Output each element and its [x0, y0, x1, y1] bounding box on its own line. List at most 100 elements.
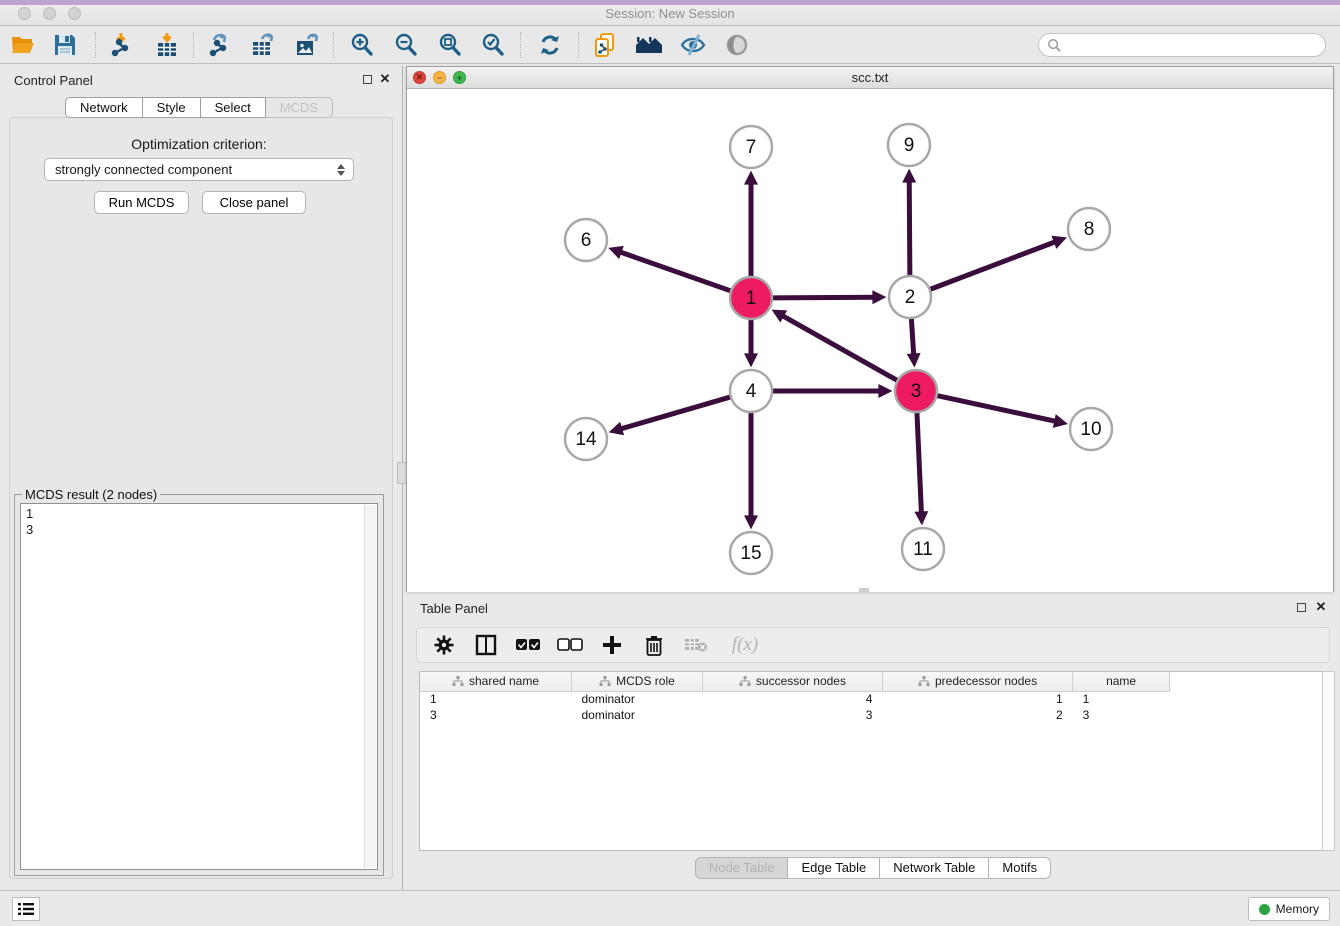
open-session-button[interactable] [8, 31, 38, 59]
save-session-button[interactable] [50, 31, 80, 59]
tab-network-table[interactable]: Network Table [880, 857, 989, 879]
control-panel-close-button[interactable]: ✕ [378, 72, 392, 86]
column-header-predecessor-nodes[interactable]: predecessor nodes [882, 672, 1072, 691]
app-title-bar: Session: New Session [0, 0, 1340, 26]
graph-node-label-2: 2 [905, 287, 916, 308]
graph-node-label-6: 6 [581, 230, 592, 251]
zoom-out-button[interactable] [391, 31, 421, 59]
table-row[interactable]: 3 dominator 3 2 3 [420, 707, 1170, 723]
column-header-mcds-role[interactable]: MCDS role [571, 672, 702, 691]
table-row[interactable]: 1 dominator 4 1 1 [420, 691, 1170, 707]
graph-edge-2-9[interactable] [909, 177, 910, 278]
cell-name[interactable]: 1 [1073, 691, 1170, 707]
control-panel-title: Control Panel [14, 73, 93, 88]
home-button[interactable] [634, 31, 664, 59]
toolbar-separator [520, 32, 521, 58]
mcds-result-group: MCDS result (2 nodes) 1 3 [14, 494, 384, 876]
eye-slash-icon [679, 32, 707, 58]
node-table-grid: shared name MCDS role successor nodes pr… [420, 672, 1170, 723]
graph-edge-3-10[interactable] [935, 395, 1060, 422]
table-panel-float-button[interactable] [1294, 600, 1308, 614]
graph-node-label-15: 15 [740, 543, 761, 564]
memory-button[interactable]: Memory [1248, 897, 1330, 921]
table-settings-button[interactable] [431, 632, 457, 658]
column-header-successor-nodes[interactable]: successor nodes [702, 672, 882, 691]
memory-status-icon [1259, 904, 1270, 915]
cell-successor-nodes[interactable]: 4 [702, 691, 882, 707]
hide-graphics-button[interactable] [678, 31, 708, 59]
cell-mcds-role[interactable]: dominator [571, 691, 702, 707]
graph-node-label-4: 4 [746, 381, 757, 402]
network-window-titlebar[interactable]: ✕ − + scc.txt [407, 67, 1333, 89]
cell-name[interactable]: 3 [1073, 707, 1170, 723]
attribute-icon [599, 676, 611, 687]
graph-edge-2-8[interactable] [928, 240, 1059, 290]
network-canvas[interactable]: 7968124314101511 [407, 89, 1333, 592]
graph-edge-1-2[interactable] [770, 297, 878, 298]
node-table[interactable]: shared name MCDS role successor nodes pr… [419, 671, 1327, 851]
run-mcds-button[interactable]: Run MCDS [94, 191, 189, 214]
tab-edge-table[interactable]: Edge Table [788, 857, 880, 879]
graph-edge-3-1[interactable] [779, 314, 900, 382]
result-scrollbar[interactable] [364, 505, 376, 868]
export-image-button[interactable] [292, 31, 322, 59]
column-chooser-button[interactable] [473, 632, 499, 658]
table-scrollbar[interactable] [1322, 671, 1335, 851]
network-window-title: scc.txt [407, 70, 1333, 85]
save-icon [53, 33, 77, 57]
import-network-button[interactable] [106, 31, 136, 59]
function-builder-button[interactable]: f(x) [725, 632, 765, 658]
plus-icon [602, 635, 622, 655]
tab-select[interactable]: Select [201, 97, 266, 118]
refresh-view-button[interactable] [535, 31, 565, 59]
import-table-icon [154, 32, 180, 58]
cell-successor-nodes[interactable]: 3 [702, 707, 882, 723]
tab-style[interactable]: Style [143, 97, 201, 118]
graph-node-label-11: 11 [913, 539, 933, 560]
delete-column-button[interactable] [641, 632, 667, 658]
cell-shared-name[interactable]: 3 [420, 707, 571, 723]
cell-shared-name[interactable]: 1 [420, 691, 571, 707]
column-header-shared-name[interactable]: shared name [420, 672, 571, 691]
export-table-button[interactable] [248, 31, 278, 59]
search-input[interactable] [1062, 38, 1325, 52]
graph-edge-1-6[interactable] [616, 251, 733, 292]
application-window: { "titlebar": { "title": "Session: New S… [0, 0, 1340, 926]
tab-node-table[interactable]: Node Table [695, 857, 789, 879]
import-network-icon [108, 32, 134, 58]
tab-network[interactable]: Network [65, 97, 143, 118]
delete-table-button[interactable] [683, 632, 709, 658]
network-view-window: ✕ − + scc.txt 7968124314101511 [406, 66, 1334, 592]
deselect-all-button[interactable] [557, 632, 583, 658]
graph-edge-4-14[interactable] [617, 396, 733, 430]
close-panel-button[interactable]: Close panel [202, 191, 306, 214]
optimization-criterion-select[interactable]: strongly connected component [44, 158, 354, 181]
cell-mcds-role[interactable]: dominator [571, 707, 702, 723]
zoom-in-button[interactable] [347, 31, 377, 59]
graph-edge-2-3[interactable] [911, 316, 914, 359]
clone-network-button[interactable] [590, 31, 620, 59]
import-table-button[interactable] [152, 31, 182, 59]
export-network-button[interactable] [204, 31, 234, 59]
mcds-result-textarea[interactable]: 1 3 [20, 503, 378, 870]
session-title: Session: New Session [0, 6, 1340, 21]
status-bar: Memory [0, 890, 1340, 926]
column-header-name[interactable]: name [1073, 672, 1170, 691]
tab-mcds[interactable]: MCDS [266, 97, 333, 118]
tab-motifs[interactable]: Motifs [989, 857, 1051, 879]
select-all-button[interactable] [515, 632, 541, 658]
zoom-fit-button[interactable] [435, 31, 465, 59]
control-panel-tabs: Network Style Select MCDS [0, 97, 398, 118]
show-graphics-details-button[interactable] [722, 31, 752, 59]
canvas-grip-handle[interactable] [859, 588, 869, 593]
network-graph[interactable]: 7968124314101511 [407, 89, 1333, 592]
table-panel-close-button[interactable]: ✕ [1314, 600, 1328, 614]
cell-predecessor-nodes[interactable]: 2 [882, 707, 1072, 723]
graph-edge-3-11[interactable] [917, 410, 922, 517]
create-column-button[interactable] [599, 632, 625, 658]
control-panel-float-button[interactable] [360, 72, 374, 86]
zoom-selected-button[interactable] [478, 31, 508, 59]
task-history-button[interactable] [12, 897, 40, 921]
table-panel-tabs: Node Table Edge Table Network Table Moti… [406, 857, 1340, 879]
cell-predecessor-nodes[interactable]: 1 [882, 691, 1072, 707]
